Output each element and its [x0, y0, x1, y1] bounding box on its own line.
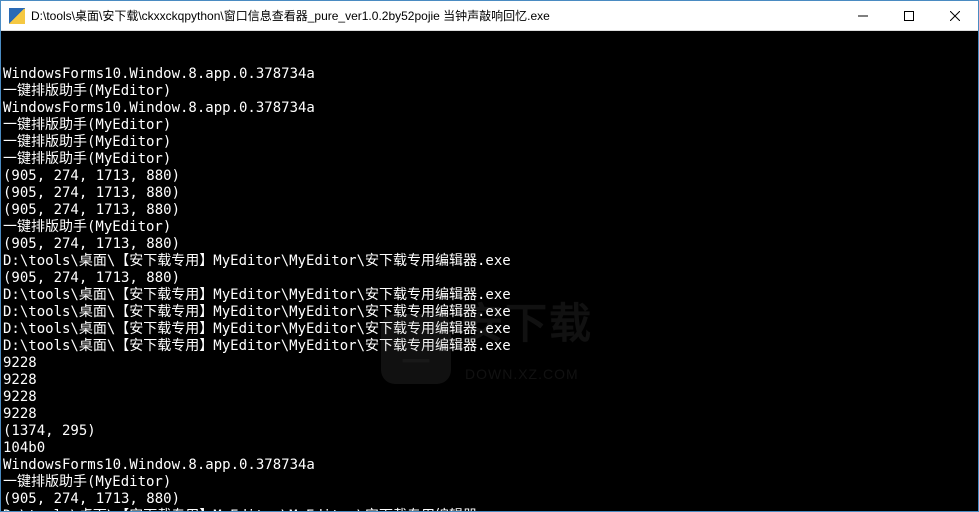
console-line: (905, 274, 1713, 880) [3, 491, 976, 508]
console-line: WindowsForms10.Window.8.app.0.378734a [3, 100, 976, 117]
console-line: 104b0 [3, 440, 976, 457]
console-line: (1374, 295) [3, 423, 976, 440]
console-line: D:\tools\桌面\【安下载专用】MyEditor\MyEditor\安下载… [3, 253, 976, 270]
console-line: 一键排版助手(MyEditor) [3, 83, 976, 100]
console-line: 9228 [3, 406, 976, 423]
console-line: D:\tools\桌面\【安下载专用】MyEditor\MyEditor\安下载… [3, 508, 976, 511]
console-line: 一键排版助手(MyEditor) [3, 474, 976, 491]
console-line: D:\tools\桌面\【安下载专用】MyEditor\MyEditor\安下载… [3, 338, 976, 355]
app-icon [9, 8, 25, 24]
console-line: 一键排版助手(MyEditor) [3, 117, 976, 134]
titlebar[interactable]: D:\tools\桌面\安下载\ckxxckqpython\窗口信息查看器_pu… [1, 1, 978, 31]
console-line: (905, 274, 1713, 880) [3, 168, 976, 185]
console-line: D:\tools\桌面\【安下载专用】MyEditor\MyEditor\安下载… [3, 304, 976, 321]
window-controls [840, 1, 978, 30]
console-line: D:\tools\桌面\【安下载专用】MyEditor\MyEditor\安下载… [3, 321, 976, 338]
close-button[interactable] [932, 1, 978, 30]
console-line: (905, 274, 1713, 880) [3, 202, 976, 219]
console-line: WindowsForms10.Window.8.app.0.378734a [3, 66, 976, 83]
console-line: 一键排版助手(MyEditor) [3, 151, 976, 168]
console-line: 9228 [3, 389, 976, 406]
window-title: D:\tools\桌面\安下载\ckxxckqpython\窗口信息查看器_pu… [31, 7, 840, 24]
console-line: (905, 274, 1713, 880) [3, 270, 976, 287]
console-line: WindowsForms10.Window.8.app.0.378734a [3, 457, 976, 474]
console-output[interactable]: 安下载 DOWN.XZ.COM WindowsForms10.Window.8.… [1, 31, 978, 511]
minimize-button[interactable] [840, 1, 886, 30]
console-line: 9228 [3, 372, 976, 389]
console-line: 9228 [3, 355, 976, 372]
console-line: (905, 274, 1713, 880) [3, 185, 976, 202]
console-line: (905, 274, 1713, 880) [3, 236, 976, 253]
console-line: 一键排版助手(MyEditor) [3, 134, 976, 151]
console-line: 一键排版助手(MyEditor) [3, 219, 976, 236]
console-line: D:\tools\桌面\【安下载专用】MyEditor\MyEditor\安下载… [3, 287, 976, 304]
maximize-button[interactable] [886, 1, 932, 30]
